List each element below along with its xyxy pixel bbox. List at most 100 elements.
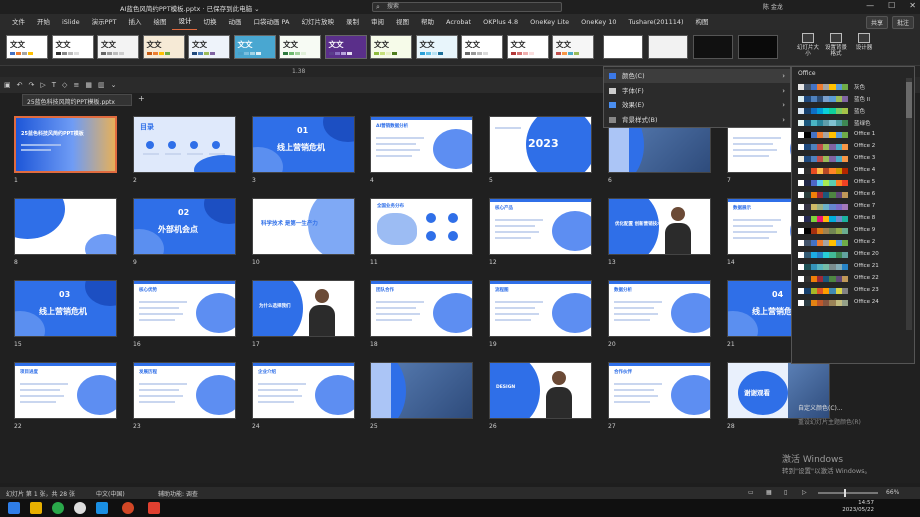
more-icon[interactable]: ⌄: [111, 81, 117, 89]
slide-thumbnail[interactable]: 目录: [133, 116, 236, 173]
start-slideshow-icon[interactable]: ▷: [40, 81, 45, 89]
color-scheme-row[interactable]: Office 3: [796, 153, 908, 165]
sorter-view-icon[interactable]: ▦: [766, 489, 772, 496]
slide-thumbnail[interactable]: AI营销数据分析: [370, 116, 473, 173]
slide-thumbnail[interactable]: 25蓝色科技风简约PPT模板: [14, 116, 117, 173]
theme-thumbnail[interactable]: 文文: [51, 35, 94, 59]
zoom-level[interactable]: 66%: [886, 489, 899, 496]
color-scheme-row[interactable]: Office 2: [796, 237, 908, 249]
file-explorer-icon[interactable]: [30, 502, 42, 514]
zoom-slider-knob[interactable]: [844, 489, 846, 497]
menu-tab[interactable]: iSlide: [56, 14, 86, 30]
search-box[interactable]: ⌕ 搜索: [372, 2, 562, 12]
color-scheme-row[interactable]: 蓝色: [796, 105, 908, 117]
theme-thumbnail[interactable]: 文文: [415, 35, 458, 59]
menu-tab[interactable]: 视图: [390, 14, 415, 30]
scrollbar-thumb[interactable]: [906, 82, 912, 118]
color-scheme-row[interactable]: 灰色: [796, 81, 908, 93]
reset-colors-item[interactable]: 重设幻灯片主题颜色(R): [798, 417, 861, 426]
color-scheme-row[interactable]: Office 6: [796, 189, 908, 201]
comment-button[interactable]: 批注: [891, 16, 914, 29]
slide-thumbnail[interactable]: 02 外部机会点: [133, 198, 236, 255]
table-icon[interactable]: ▦: [85, 81, 92, 89]
variant-menu-item[interactable]: 效果(E) ›: [604, 98, 790, 112]
menu-tab[interactable]: 切换: [197, 14, 222, 30]
theme-thumbnail[interactable]: 文文: [506, 35, 549, 59]
normal-view-icon[interactable]: ▭: [748, 489, 754, 496]
browser-icon[interactable]: [96, 502, 108, 514]
slide-thumbnail[interactable]: [370, 362, 473, 419]
variant-thumbnail[interactable]: [648, 35, 688, 59]
menu-tab[interactable]: 帮助: [415, 14, 440, 30]
slide-thumbnail[interactable]: 03 线上营销危机: [14, 280, 117, 337]
menu-tab[interactable]: 开始: [31, 14, 56, 30]
color-scheme-row[interactable]: Office 1: [796, 129, 908, 141]
shapes-icon[interactable]: ◇: [62, 81, 67, 89]
save-icon[interactable]: ▣: [4, 81, 11, 89]
slide-thumbnail[interactable]: 流程图: [489, 280, 592, 337]
maximize-button[interactable]: ☐: [888, 1, 895, 13]
slide-thumbnail[interactable]: 全国业务分布: [370, 198, 473, 255]
color-scheme-row[interactable]: Office 4: [796, 165, 908, 177]
menu-tab[interactable]: 构图: [690, 14, 715, 30]
menu-tab[interactable]: 口袋动画 PA: [247, 14, 295, 30]
new-tab-icon[interactable]: +: [138, 94, 145, 103]
start-icon[interactable]: [8, 502, 20, 514]
theme-thumbnail[interactable]: 文文: [6, 35, 48, 59]
theme-thumbnail[interactable]: 文文: [324, 35, 367, 59]
variant-menu-item[interactable]: 背景样式(B) ›: [604, 113, 790, 127]
color-scheme-row[interactable]: Office 7: [796, 201, 908, 213]
variant-menu-item[interactable]: 字体(F) ›: [604, 84, 790, 98]
color-scheme-row[interactable]: Office 22: [796, 273, 908, 285]
color-scheme-row[interactable]: Office 5: [796, 177, 908, 189]
system-clock[interactable]: 14:57 2023/05/22: [842, 500, 874, 514]
align-icon[interactable]: ≡: [73, 81, 79, 89]
language-status[interactable]: 中文(中国): [96, 489, 125, 498]
slide-thumbnail[interactable]: 企业介绍: [252, 362, 355, 419]
variant-thumbnail[interactable]: [603, 35, 643, 59]
slideshow-view-icon[interactable]: ▷: [802, 489, 807, 496]
slide-thumbnail[interactable]: 优化配置 创新营销技术: [608, 198, 711, 255]
document-tab[interactable]: 25蓝色科技风简约PPT模板.pptx: [22, 94, 132, 106]
color-scheme-row[interactable]: 蓝绿色: [796, 117, 908, 129]
color-scheme-row[interactable]: Office 20: [796, 249, 908, 261]
slide-thumbnail[interactable]: DESIGN: [489, 362, 592, 419]
color-scheme-row[interactable]: Office 23: [796, 285, 908, 297]
menu-tab[interactable]: OneKey Lite: [524, 14, 575, 30]
messenger-icon[interactable]: [74, 502, 86, 514]
color-scheme-row[interactable]: Office 2: [796, 141, 908, 153]
color-scheme-row[interactable]: 蓝色 II: [796, 93, 908, 105]
theme-thumbnail[interactable]: 文文: [279, 35, 321, 59]
slide-thumbnail[interactable]: 核心产品: [489, 198, 592, 255]
color-scheme-row[interactable]: Office 9: [796, 225, 908, 237]
menu-tab[interactable]: 审阅: [365, 14, 390, 30]
color-scheme-row[interactable]: Office 24: [796, 297, 908, 309]
app-icon[interactable]: [148, 502, 160, 514]
zoom-slider[interactable]: [818, 489, 878, 497]
menu-tab[interactable]: 动画: [222, 14, 247, 30]
theme-thumbnail[interactable]: 文文: [188, 35, 230, 59]
colors-scrollbar[interactable]: [906, 78, 912, 330]
color-scheme-row[interactable]: Office 8: [796, 213, 908, 225]
menu-tab[interactable]: Tushare(201114): [623, 14, 690, 30]
menu-tab[interactable]: 演示PPT: [86, 14, 123, 30]
menu-tab[interactable]: 设计: [172, 13, 198, 31]
reading-view-icon[interactable]: ▯: [784, 489, 787, 496]
slide-thumbnail[interactable]: 团队合作: [370, 280, 473, 337]
menu-tab[interactable]: Acrobat: [440, 14, 477, 30]
menu-tab[interactable]: 插入: [122, 14, 147, 30]
wechat-icon[interactable]: [52, 502, 64, 514]
slide-thumbnail[interactable]: 数据分析: [608, 280, 711, 337]
theme-thumbnail[interactable]: 文文: [142, 35, 185, 59]
slide-size-button[interactable]: 幻灯片大小: [797, 33, 819, 57]
menu-tab[interactable]: 绘图: [147, 14, 172, 30]
slide-thumbnail[interactable]: 核心优势: [133, 280, 236, 337]
powerpoint-icon[interactable]: [122, 502, 134, 514]
redo-icon[interactable]: ↷: [29, 81, 35, 89]
slide-thumbnail[interactable]: 为什么选择我们: [252, 280, 355, 337]
menu-tab[interactable]: OneKey 10: [575, 14, 622, 30]
undo-icon[interactable]: ↶: [17, 81, 23, 89]
variant-thumbnail[interactable]: [693, 35, 733, 59]
theme-thumbnail[interactable]: 文文: [97, 35, 139, 59]
slide-thumbnail[interactable]: 科学技术 是第一生产力: [252, 198, 355, 255]
